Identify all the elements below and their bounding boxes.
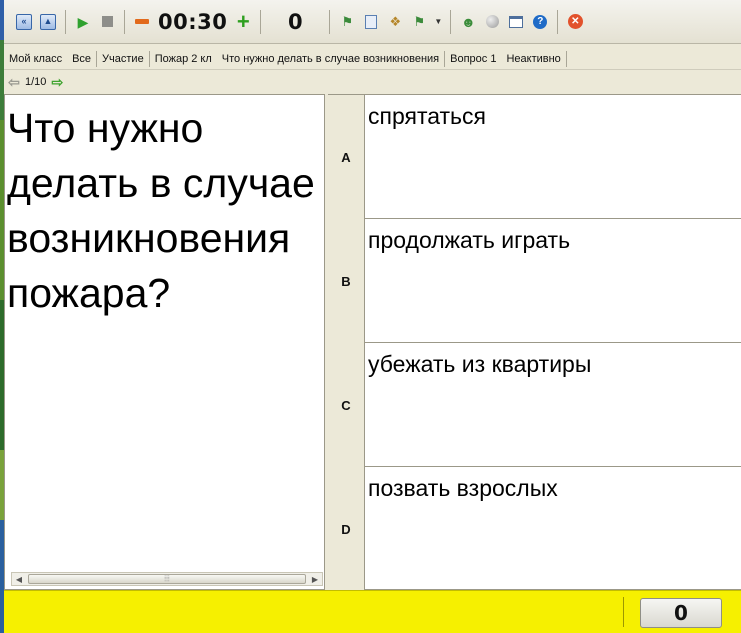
question-panel: Что нужно делать в случае возникновения … xyxy=(4,94,325,590)
question-navigation: ⇦ 1/10 ⇨ xyxy=(4,72,741,92)
document-icon xyxy=(365,14,378,29)
dropdown-arrow-icon: ▼ xyxy=(434,16,443,26)
answer-option-a[interactable]: A спрятаться xyxy=(328,95,741,219)
toolbar-separator xyxy=(329,9,331,34)
timer-display: 00:30 xyxy=(158,9,228,34)
more-dropdown-button[interactable]: ▼ xyxy=(433,12,443,32)
toolbar: « ▲ ▶ 00:30 + 0 ⚑ ❖ ⚑ ▼ ☻ ? ✕ xyxy=(4,0,741,44)
quiz-button[interactable]: ❖ xyxy=(385,12,405,32)
scroll-left-icon[interactable]: ◀ xyxy=(12,573,26,585)
window-icon xyxy=(509,15,524,28)
play-button[interactable]: ▶ xyxy=(73,12,93,32)
toolbar-separator xyxy=(260,9,262,34)
answer-letter: C xyxy=(328,343,365,467)
toolbar-separator xyxy=(124,9,125,34)
stop-button[interactable] xyxy=(97,12,117,32)
info-bar: Мой класс Все Участие Пожар 2 кл Что нуж… xyxy=(4,48,741,70)
nav-next-button[interactable]: ⇨ xyxy=(49,74,65,91)
sort-icon: ⚑ xyxy=(413,14,426,29)
answer-option-d[interactable]: D позвать взрослых xyxy=(328,467,741,591)
score-display: 0 xyxy=(640,598,722,628)
answer-text: позвать взрослых xyxy=(368,475,558,501)
help-button[interactable]: ? xyxy=(530,12,550,32)
toolbar-separator xyxy=(450,9,452,34)
minus-icon xyxy=(135,19,149,24)
response-count: 0 xyxy=(288,9,303,34)
help-icon: ? xyxy=(533,14,548,29)
answer-option-b[interactable]: B продолжать играть xyxy=(328,219,741,343)
answer-text: спрятаться xyxy=(368,103,486,129)
first-icon: « xyxy=(16,13,32,30)
students-button[interactable]: ⚑ xyxy=(337,12,357,32)
first-question-button[interactable]: « xyxy=(14,12,34,32)
question-text: Что нужно делать в случае возникновения … xyxy=(7,105,315,316)
play-icon: ▶ xyxy=(77,13,89,30)
toolbar-separator xyxy=(65,9,66,34)
globe-icon xyxy=(485,15,499,28)
question-state: Неактивно xyxy=(506,52,561,65)
close-icon: ✕ xyxy=(567,14,583,29)
quiz-name[interactable]: Пожар 2 кл xyxy=(150,53,217,65)
document-button[interactable] xyxy=(361,12,381,32)
sort-button[interactable]: ⚑ xyxy=(409,12,429,32)
status-bar: 0 xyxy=(4,590,741,633)
arrow-right-icon: ⇨ xyxy=(51,73,64,90)
person-icon: ☻ xyxy=(460,13,476,30)
arrow-left-icon: ⇦ xyxy=(8,73,20,90)
answer-panel: A спрятаться B продолжать играть C убежа… xyxy=(328,94,741,591)
question-position: 1/10 xyxy=(25,76,47,88)
increase-time-button[interactable]: + xyxy=(233,8,253,34)
horizontal-scrollbar[interactable]: ◀ ⦙⦙⦙ ▶ xyxy=(11,572,323,586)
quiz-icon: ❖ xyxy=(389,14,402,29)
plus-icon: + xyxy=(236,8,250,34)
answer-letter: D xyxy=(328,467,365,591)
scroll-right-icon[interactable]: ▶ xyxy=(308,573,322,585)
info-separator xyxy=(565,50,567,67)
question-title: Что нужно делать в случае возникновения xyxy=(221,52,440,65)
nav-previous-button[interactable]: ⇦ xyxy=(6,74,22,91)
answer-text: продолжать играть xyxy=(368,227,571,253)
participation-label[interactable]: Участие xyxy=(97,53,149,65)
answer-option-c[interactable]: C убежать из квартиры xyxy=(328,343,741,467)
previous-question-button[interactable]: ▲ xyxy=(38,12,58,32)
person-button[interactable]: ☻ xyxy=(458,12,478,32)
close-button[interactable]: ✕ xyxy=(565,12,585,32)
answer-letter: B xyxy=(328,219,365,343)
students-icon: ⚑ xyxy=(341,14,354,29)
window-button[interactable] xyxy=(506,12,526,32)
scroll-thumb[interactable]: ⦙⦙⦙ xyxy=(28,574,306,584)
answer-letter: A xyxy=(328,95,365,219)
group-name[interactable]: Все xyxy=(67,53,96,65)
stop-icon xyxy=(101,16,113,27)
previous-icon: ▲ xyxy=(40,13,56,30)
globe-button[interactable] xyxy=(482,12,502,32)
class-name[interactable]: Мой класс xyxy=(4,53,67,65)
toolbar-separator xyxy=(557,9,559,34)
status-separator xyxy=(623,597,624,627)
question-number: Вопрос 1 xyxy=(450,52,497,65)
answer-text: убежать из квартиры xyxy=(368,351,592,377)
decrease-time-button[interactable] xyxy=(132,12,152,32)
